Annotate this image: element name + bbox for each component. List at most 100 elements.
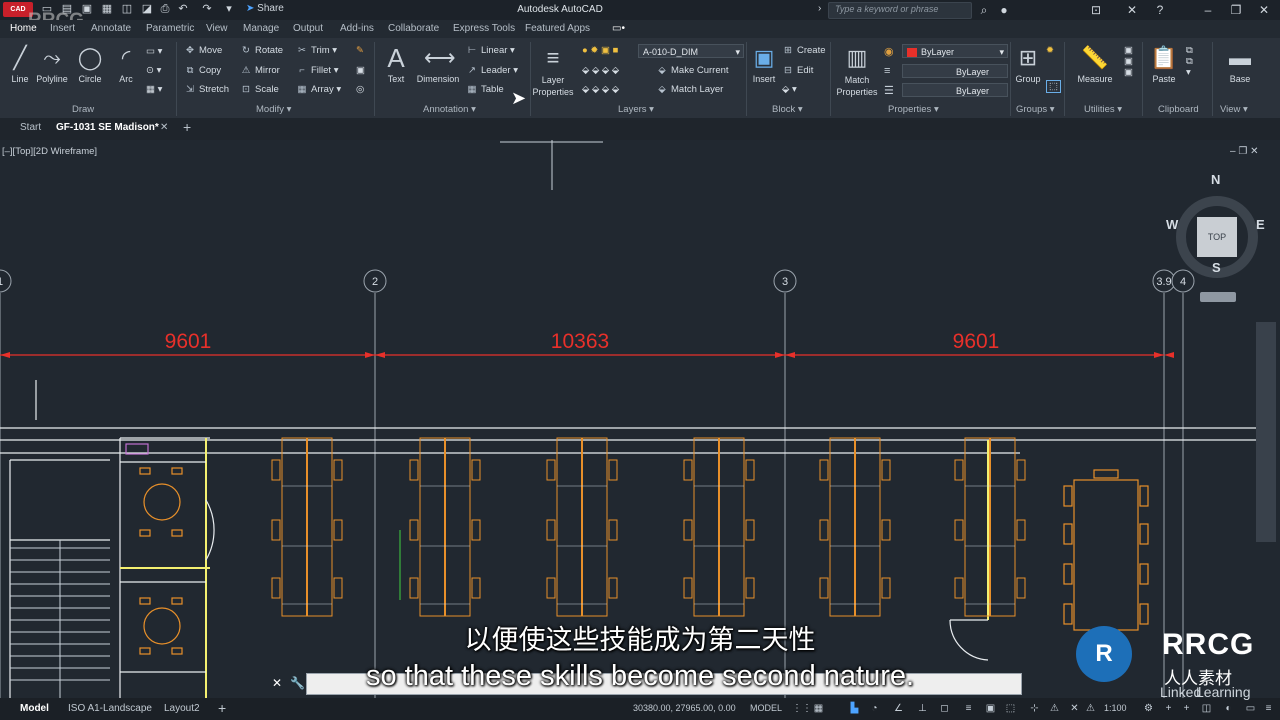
group-button[interactable]: ⊞ Group (1008, 44, 1048, 84)
block-panel-label[interactable]: Block ▾ (772, 104, 803, 115)
help-icon[interactable]: ? (1152, 2, 1168, 18)
tab-parametric[interactable]: Parametric (146, 23, 194, 34)
annotation-panel-label[interactable]: Annotation ▾ (423, 104, 476, 115)
properties-panel-label[interactable]: Properties ▾ (888, 104, 939, 115)
snap-icon[interactable]: ▦ (812, 702, 825, 715)
clipboard-icons[interactable]: ⧉ ⧉ ▾ (1186, 45, 1193, 78)
workspace-gear-icon[interactable]: ⚙ (1142, 702, 1155, 715)
compass-w[interactable]: W (1166, 217, 1178, 232)
maximize-icon[interactable]: ❐ (1228, 2, 1244, 18)
tab-manage[interactable]: Manage (243, 23, 279, 34)
model-tab[interactable]: Model (20, 703, 49, 714)
viewcube[interactable]: TOP N S E W (1166, 172, 1265, 302)
exchange-icon[interactable]: ✕ (1124, 2, 1140, 18)
match-layer-button[interactable]: ⬙ Match Layer (656, 84, 723, 95)
search-input[interactable]: Type a keyword or phrase (828, 2, 972, 19)
fillet-button[interactable]: ⌐ Fillet ▾ (296, 65, 338, 76)
layer-dropdown[interactable]: A-010-D_DIM ▾ (638, 44, 744, 58)
search-arrow-icon[interactable]: › (818, 3, 821, 14)
lineweight-dropdown[interactable]: ByLayer (902, 83, 1008, 97)
start-tab[interactable]: Start (20, 122, 41, 133)
modify-panel-label[interactable]: Modify ▾ (256, 104, 291, 115)
selection-cycling-icon[interactable]: ⬚ (1004, 702, 1017, 715)
save-as-icon[interactable]: ▦ (100, 3, 114, 16)
layer-properties-button[interactable]: ≡ Layer Properties (530, 44, 576, 98)
transparency-icon[interactable]: ▣ (984, 702, 997, 715)
units-icon[interactable]: + (1180, 702, 1193, 715)
groups-panel-label[interactable]: Groups ▾ (1016, 104, 1055, 115)
redo-icon[interactable]: ↷ (200, 3, 214, 16)
annotation-visibility-icon[interactable]: ✕ (1068, 702, 1081, 715)
grid-icon[interactable]: ⋮⋮ (792, 702, 812, 715)
tab-add-ins[interactable]: Add-ins (340, 23, 374, 34)
color-dropdown[interactable]: ByLayer ▾ (902, 44, 1008, 58)
workspace-dropdown-icon[interactable]: ▾ (222, 3, 236, 16)
auto-scale-icon[interactable]: ⚠ (1084, 702, 1097, 715)
linetype-dropdown[interactable]: ByLayer (902, 64, 1008, 78)
save-web-icon[interactable]: ◪ (140, 3, 154, 16)
rectangle-icon[interactable]: ▭ ▾ (146, 46, 162, 57)
ellipse-icon[interactable]: ⊙ ▾ (146, 65, 161, 76)
group-select-icon[interactable]: ⬚ (1046, 80, 1061, 93)
create-block-button[interactable]: ⊞ Create (782, 45, 826, 56)
drawing-area[interactable]: 1233.94 9601103639601 (0, 140, 1280, 698)
new-tab-icon[interactable]: + (183, 119, 191, 135)
layer-tools-icons-2[interactable]: ⬙ ⬙ ⬙ ⬙ (582, 84, 619, 95)
compass-e[interactable]: E (1256, 217, 1265, 232)
drawing-tab[interactable]: GF-1031 SE Madison* (56, 122, 159, 133)
close-tab-icon[interactable]: ✕ (160, 122, 168, 133)
quick-properties-icon[interactable]: ◫ (1200, 702, 1213, 715)
compass-n[interactable]: N (1211, 172, 1220, 187)
annotation-scale-value[interactable]: 1:100 (1104, 703, 1127, 713)
offset-icon[interactable]: ◎ (356, 84, 364, 95)
tab-express-tools[interactable]: Express Tools (453, 23, 515, 34)
linear-button[interactable]: ⊢ Linear ▾ (466, 45, 515, 56)
edit-block-button[interactable]: ⊟ Edit (782, 65, 813, 76)
coordinates-readout[interactable]: 30380.00, 27965.00, 0.00 (633, 703, 736, 713)
annotation-add-icon[interactable]: + (1162, 702, 1175, 715)
text-button[interactable]: A Text (376, 44, 416, 84)
share-button[interactable]: ➤ Share (246, 3, 284, 14)
minimize-icon[interactable]: – (1200, 2, 1216, 18)
lineweight-toggle-icon[interactable]: ≡ (962, 702, 975, 715)
match-properties-button[interactable]: ▥ Match Properties (834, 44, 880, 98)
paste-button[interactable]: 📋 Paste (1144, 44, 1184, 84)
explode-icon[interactable]: ▣ (356, 65, 365, 76)
move-button[interactable]: ✥ Move (184, 45, 222, 56)
viewport-window-controls[interactable]: – ❐ ✕ (1230, 146, 1258, 157)
mirror-button[interactable]: ⚠ Mirror (240, 65, 280, 76)
pencil-icon[interactable]: ✎ (356, 45, 364, 56)
open-web-icon[interactable]: ◫ (120, 3, 134, 16)
tab-featured-apps[interactable]: Featured Apps (525, 23, 590, 34)
copy-button[interactable]: ⧉ Copy (184, 65, 222, 76)
isolate-icon[interactable]: ◐ (1222, 702, 1235, 715)
customize-icon[interactable]: ≡ (1262, 702, 1275, 715)
annotation-monitor-icon[interactable]: ⊹ (1028, 702, 1041, 715)
make-current-button[interactable]: ⬙ Make Current (656, 65, 728, 76)
measure-button[interactable]: 📏 Measure (1072, 44, 1118, 84)
tab-view[interactable]: View (206, 23, 228, 34)
table-button[interactable]: ▦ Table (466, 84, 504, 95)
draw-panel-label[interactable]: Draw (72, 104, 94, 115)
ortho-icon[interactable]: ▙ (848, 702, 861, 715)
annotation-scale-icon[interactable]: ⚠ (1048, 702, 1061, 715)
tab-annotate[interactable]: Annotate (91, 23, 131, 34)
hatch-icon[interactable]: ▦ ▾ (146, 84, 162, 95)
circle-button[interactable]: ◯ Circle (70, 44, 110, 84)
layer-tools-icons[interactable]: ⬙ ⬙ ⬙ ⬙ (582, 65, 619, 76)
clipboard-panel-label[interactable]: Clipboard (1158, 104, 1199, 115)
undo-icon[interactable]: ↶ (176, 3, 190, 16)
view-panel-label[interactable]: View ▾ (1220, 104, 1248, 115)
search-icon[interactable]: ⌕ (976, 2, 992, 18)
layout-tab-iso-a1[interactable]: ISO A1-Landscape (68, 703, 152, 714)
stretch-button[interactable]: ⇲ Stretch (184, 84, 229, 95)
tab-options-icon[interactable]: ▭• (612, 23, 625, 34)
add-layout-icon[interactable]: + (218, 700, 226, 716)
print-icon[interactable]: ⎙ (158, 3, 172, 16)
tab-insert[interactable]: Insert (50, 23, 75, 34)
object-snap-tracking-icon[interactable]: ⊥ (916, 702, 929, 715)
arc-button[interactable]: ◜ Arc (106, 44, 146, 84)
object-snap-icon[interactable]: ◻ (938, 702, 951, 715)
cart-icon[interactable]: ⊡ (1088, 2, 1104, 18)
clean-screen-icon[interactable]: ▭ (1244, 702, 1257, 715)
